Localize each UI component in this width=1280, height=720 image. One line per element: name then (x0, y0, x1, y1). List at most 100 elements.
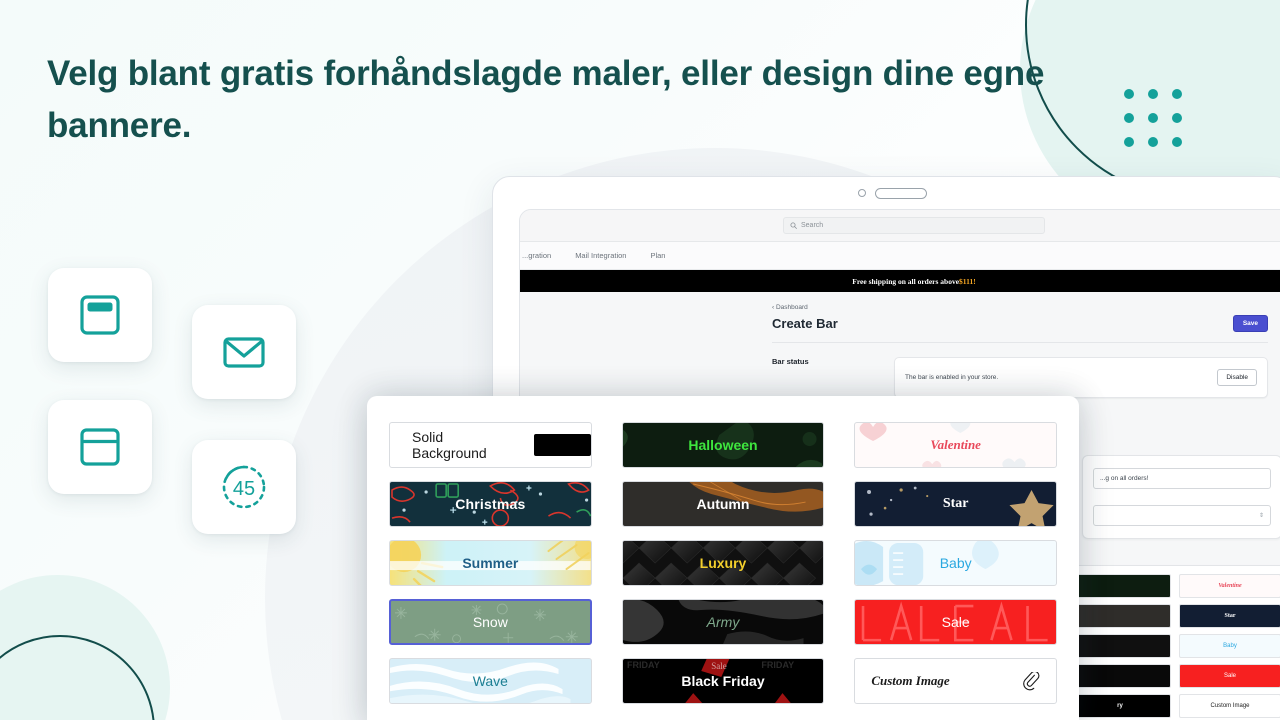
mini-template-autumn[interactable] (1069, 604, 1171, 628)
svg-text:FRIDAY: FRIDAY (627, 660, 660, 670)
feature-card-countdown: 45 (192, 440, 296, 534)
mini-label: Sale (1223, 673, 1236, 679)
mini-label: ry (1117, 703, 1123, 709)
template-label: Snow (472, 614, 508, 630)
template-tile-custom-image[interactable]: Custom Image (854, 658, 1057, 704)
template-tile-black-friday[interactable]: FRIDAY FRIDAY Sale Black Friday (621, 658, 825, 704)
mini-template-baby[interactable]: Baby (1179, 634, 1280, 658)
disable-button[interactable]: Disable (1217, 369, 1257, 386)
mini-label: Baby (1223, 643, 1237, 649)
mini-template-black-friday[interactable]: ry (1069, 694, 1171, 718)
mini-template-sale[interactable]: Sale (1179, 664, 1280, 688)
template-label: Valentine (930, 437, 981, 452)
template-tile-valentine[interactable]: Valentine (854, 422, 1057, 468)
search-input[interactable]: Search (783, 217, 1045, 234)
svg-text:Sale: Sale (711, 661, 727, 671)
search-icon (790, 222, 797, 229)
dot (1148, 89, 1158, 99)
browser-toolbar: Search (520, 210, 1280, 242)
template-tile-solid-background[interactable]: Solid Background (389, 422, 592, 468)
template-label: Star (942, 496, 969, 511)
template-tile-autumn[interactable]: Autumn (621, 481, 825, 527)
template-tile-summer[interactable]: Summer (389, 540, 592, 586)
bar-status-text: The bar is enabled in your store. (905, 374, 999, 381)
bar-status-label: Bar status (772, 357, 809, 366)
dot (1172, 113, 1182, 123)
dot (1124, 137, 1134, 147)
mini-template-custom-image[interactable]: Custom Image (1179, 694, 1280, 718)
template-tile-army[interactable]: Army (621, 599, 825, 645)
feature-card-top-banner (48, 268, 152, 362)
camera-icon (857, 189, 866, 197)
template-label: Christmas (455, 496, 526, 512)
tab-mail-integration[interactable]: Mail Integration (575, 251, 626, 260)
speaker-bar (874, 187, 927, 199)
template-label: Army (706, 614, 740, 630)
mini-label: Custom Image (1210, 703, 1250, 709)
breadcrumb[interactable]: ‹ Dashboard (772, 304, 1268, 311)
mini-template-luxury[interactable] (1069, 634, 1171, 658)
page-headline: Velg blant gratis forhåndslagde maler, e… (47, 54, 1045, 145)
bar-status-section: Bar status The bar is enabled in your st… (772, 343, 1268, 398)
envelope-icon (218, 326, 270, 378)
template-label: Luxury (699, 555, 747, 571)
dot (1148, 137, 1158, 147)
template-label: Solid Background (412, 429, 487, 461)
device-bezel (493, 177, 1280, 209)
mini-template-halloween[interactable] (1069, 574, 1171, 598)
chevron-left-icon: ‹ (772, 304, 775, 311)
tab-integration[interactable]: ...gration (522, 251, 551, 260)
template-tile-star[interactable]: Star (854, 481, 1057, 527)
template-label: Baby (939, 555, 972, 571)
mini-template-star[interactable]: Star (1179, 604, 1280, 628)
top-banner-icon (74, 289, 126, 341)
template-picker-panel: Solid Background Halloween Valentine Chr… (367, 396, 1079, 720)
background-template-grid: Valentine Star Baby Sale ry Custom Image (1060, 565, 1280, 720)
feature-card-split-panel (48, 400, 152, 494)
split-panel-icon (74, 421, 126, 473)
template-label: Black Friday (681, 673, 765, 689)
template-tile-wave[interactable]: Wave (389, 658, 592, 704)
chevron-updown-icon: ⇕ (1258, 513, 1264, 519)
countdown-timer-icon: 45 (216, 459, 272, 515)
template-label: Halloween (688, 437, 758, 453)
dot (1124, 89, 1134, 99)
promo-banner-preview: Free shipping on all orders above $111! (520, 270, 1280, 292)
mini-template-valentine[interactable]: Valentine (1179, 574, 1280, 598)
template-label: Custom Image (871, 673, 950, 688)
dot (1172, 89, 1182, 99)
save-button[interactable]: Save (1232, 315, 1268, 332)
feature-card-email (192, 305, 296, 399)
message-input[interactable]: ...g on all orders! (1093, 468, 1271, 489)
template-label: Autumn (696, 496, 750, 512)
nav-tabs: ...gration Mail Integration Plan (520, 242, 1280, 270)
countdown-value: 45 (233, 478, 255, 500)
mini-label: Star (1224, 613, 1236, 619)
template-tile-halloween[interactable]: Halloween (621, 422, 825, 468)
mini-template-army[interactable] (1069, 664, 1171, 688)
template-tile-sale[interactable]: Sale (854, 599, 1057, 645)
template-tile-snow[interactable]: Snow (389, 599, 592, 645)
mini-label: Valentine (1218, 583, 1242, 589)
template-label: Wave (472, 673, 508, 689)
style-select[interactable]: ⇕ (1093, 505, 1271, 526)
paperclip-icon[interactable] (1023, 670, 1040, 691)
template-label: Sale (941, 614, 970, 630)
promo-text: Free shipping on all orders above (852, 276, 960, 286)
template-tile-luxury[interactable]: Luxury (621, 540, 825, 586)
color-swatch[interactable] (534, 434, 591, 456)
page-title: Create Bar (772, 316, 838, 331)
dot-grid-decoration (1124, 89, 1182, 147)
template-label: Summer (462, 555, 519, 571)
template-tile-baby[interactable]: Baby (854, 540, 1057, 586)
promo-amount: $111! (959, 276, 976, 286)
template-tile-christmas[interactable]: Christmas (389, 481, 592, 527)
bar-status-card: The bar is enabled in your store. Disabl… (894, 357, 1268, 398)
dot (1148, 113, 1158, 123)
page-header: Create Bar Save (772, 315, 1268, 332)
svg-text:FRIDAY: FRIDAY (761, 660, 794, 670)
tab-plan[interactable]: Plan (650, 251, 665, 260)
breadcrumb-label: Dashboard (775, 304, 808, 311)
background-message-card: ...g on all orders! ⇕ (1082, 455, 1280, 539)
search-placeholder: Search (801, 222, 824, 229)
